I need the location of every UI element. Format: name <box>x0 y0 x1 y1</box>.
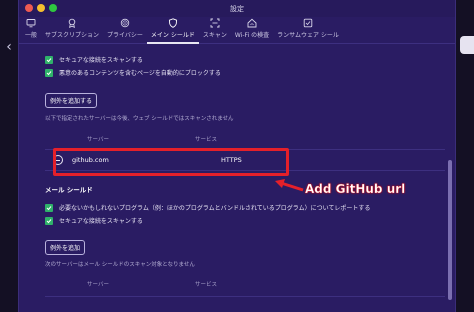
annotation-arrow-icon <box>275 179 304 192</box>
check-label: 悪意のあるコンテンツを含むページを自動的にブロックする <box>59 70 221 77</box>
check-label: 必要ないかもしれないプログラム（例：ほかのプログラムとバンドルされているプログラ… <box>59 205 371 212</box>
scrollbar-thumb[interactable] <box>448 160 452 300</box>
tab-label: 一般 <box>25 32 38 39</box>
award-icon <box>68 18 76 28</box>
mail-add-exception-button[interactable]: 例外を追加 <box>45 240 86 255</box>
check-label: セキュアな接続をスキャンする <box>59 218 143 225</box>
window-controls <box>25 4 57 12</box>
annotation-highlight-box <box>53 148 289 176</box>
settings-side-tab[interactable] <box>460 36 474 54</box>
mail-exception-note: 次のサーバーはメール シールドのスキャン対象となりません <box>45 262 195 268</box>
tab-label: プライバシー <box>107 32 143 39</box>
col-server: サーバー <box>87 282 109 288</box>
tab-privacy[interactable]: プライバシー <box>103 17 147 44</box>
ransom-shield-icon <box>303 18 313 28</box>
tab-subscription[interactable]: サブスクリプション <box>41 17 103 44</box>
tab-scan[interactable]: スキャン <box>199 17 231 44</box>
tab-main-shield[interactable]: メイン シールド <box>146 17 199 44</box>
main-shield-content: セキュアな接続をスキャンする 悪意のあるコンテンツを含むページを自動的にブロック… <box>19 45 445 312</box>
zoom-window-button[interactable] <box>49 4 57 12</box>
web-exception-table-header: サーバー サービス <box>45 135 445 143</box>
settings-tabs: 一般 サブスクリプション プライバシー メイン シールド スキャン Wi-Fi … <box>19 17 455 44</box>
mail-exception-table-header: サーバー サービス <box>45 280 445 288</box>
close-window-button[interactable] <box>25 4 33 12</box>
titlebar: 設定 <box>19 0 455 17</box>
window-title: 設定 <box>230 4 244 13</box>
web-add-exception-button[interactable]: 例外を追加する <box>45 93 98 108</box>
tab-ransomware-shield[interactable]: ランサムウェア シール <box>273 17 343 44</box>
divider <box>45 296 445 297</box>
shield-icon <box>168 18 177 28</box>
home-wifi-icon <box>247 18 257 28</box>
mail-pup-check-row[interactable]: 必要ないかもしれないプログラム（例：ほかのプログラムとバンドルされているプログラ… <box>45 201 445 214</box>
tab-label: Wi-Fi の検査 <box>234 32 270 39</box>
mail-secure-connections-check-row[interactable]: セキュアな接続をスキャンする <box>45 214 445 227</box>
tab-label: サブスクリプション <box>45 32 100 39</box>
back-chevron-icon[interactable]: ‹ <box>0 35 18 59</box>
settings-window: 設定 一般 サブスクリプション プライバシー メイン シールド スキャン Wi-… <box>18 0 456 312</box>
check-label: セキュアな接続をスキャンする <box>59 57 143 64</box>
fingerprint-icon <box>120 18 130 28</box>
tab-label: ランサムウェア シール <box>277 32 339 39</box>
checkbox-checked-icon[interactable] <box>45 68 53 77</box>
web-secure-connections-check-row[interactable]: セキュアな接続をスキャンする <box>45 53 445 66</box>
col-service: サービス <box>195 137 218 143</box>
tab-general[interactable]: 一般 <box>21 17 41 44</box>
checkbox-checked-icon[interactable] <box>45 203 53 212</box>
web-block-malicious-check-row[interactable]: 悪意のあるコンテンツを含むページを自動的にブロックする <box>45 66 445 79</box>
tab-wifi-inspector[interactable]: Wi-Fi の検査 <box>231 17 273 44</box>
checkbox-checked-icon[interactable] <box>45 55 53 64</box>
checkbox-checked-icon[interactable] <box>45 216 53 225</box>
scan-icon <box>210 18 220 28</box>
tab-label: メイン シールド <box>150 32 195 39</box>
web-exception-note: 以下で指定されたサーバーは今後、ウェブ シールドではスキャンされません <box>45 116 234 122</box>
annotation-label: Add GitHub url <box>305 182 406 196</box>
minimize-window-button[interactable] <box>37 4 45 12</box>
col-server: サーバー <box>87 137 109 143</box>
col-service: サービス <box>195 282 218 288</box>
monitor-icon <box>26 19 36 28</box>
tab-label: スキャン <box>202 32 227 39</box>
